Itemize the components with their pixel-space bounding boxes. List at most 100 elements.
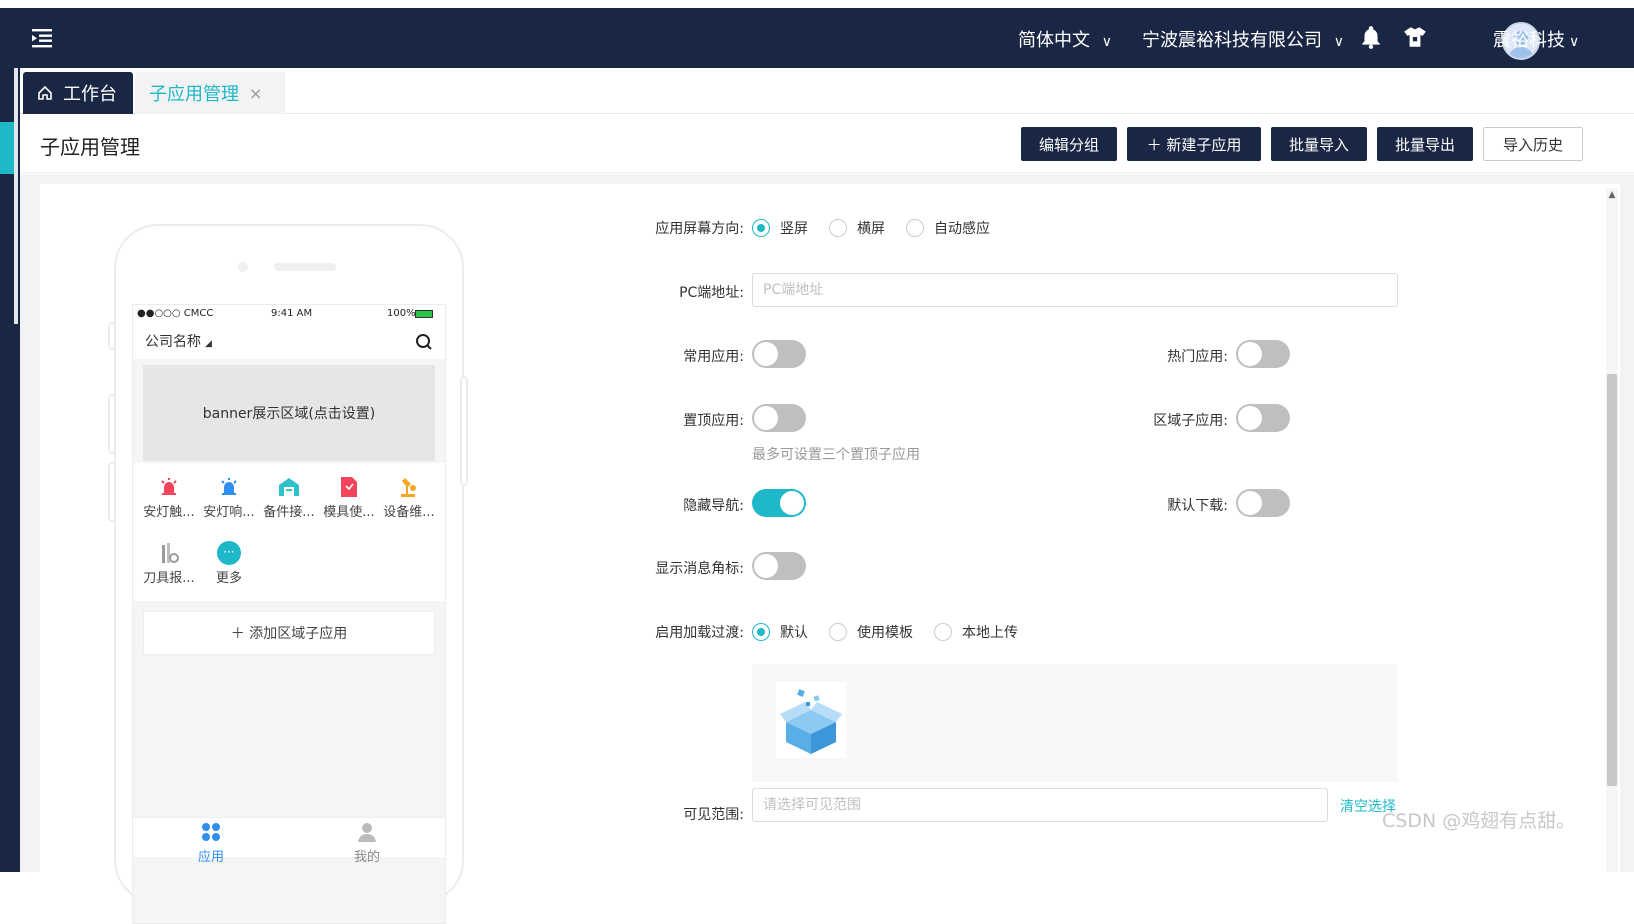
- user-icon: [358, 823, 376, 842]
- nav-mine[interactable]: 我的: [337, 822, 397, 865]
- pc-url-input[interactable]: [752, 273, 1398, 307]
- company-select[interactable]: 宁波震裕科技有限公司 ∨: [1142, 26, 1344, 52]
- region-app-toggle[interactable]: [1236, 404, 1290, 432]
- app-item[interactable]: 安灯触...: [139, 463, 199, 520]
- document-icon: [337, 475, 361, 499]
- search-icon[interactable]: [415, 333, 433, 351]
- app-item[interactable]: 备件接...: [259, 463, 319, 520]
- hot-app-label: 热门应用:: [1167, 349, 1228, 365]
- apps-grid-icon: [202, 823, 220, 841]
- hot-app-toggle[interactable]: [1236, 340, 1290, 368]
- phone-camera: [238, 262, 248, 272]
- company-name-label: 公司名称: [145, 334, 201, 350]
- radio-landscape[interactable]: 横屏: [829, 218, 885, 238]
- app-item[interactable]: 刀具报...: [139, 529, 199, 586]
- nav-apps[interactable]: 应用: [181, 822, 241, 865]
- radio-label: 默认: [780, 625, 808, 641]
- tool-icon: [157, 541, 181, 565]
- phone-preview: ●●○○○ CMCC 9:41 AM 100% 公司名称 ◢ banner展示区域…: [108, 224, 468, 924]
- banner-area[interactable]: banner展示区域(点击设置): [143, 365, 435, 461]
- default-download-label: 默认下载:: [1167, 498, 1228, 514]
- user-menu[interactable]: 震裕科技 ∨: [1493, 26, 1579, 52]
- hide-nav-label: 隐藏导航:: [683, 498, 744, 514]
- radio-label: 本地上传: [962, 625, 1018, 641]
- warehouse-icon: [277, 475, 301, 499]
- language-select[interactable]: 简体中文 ∨: [1018, 26, 1112, 52]
- batch-export-button[interactable]: 批量导出: [1377, 127, 1473, 161]
- radio-checked-icon: [752, 219, 770, 237]
- tab-bar: 工作台 子应用管理 ×: [20, 68, 1634, 114]
- batch-import-button[interactable]: 批量导入: [1271, 127, 1367, 161]
- visible-scope-input[interactable]: [752, 788, 1328, 822]
- more-icon: ···: [217, 541, 241, 565]
- alarm-red-icon: [157, 475, 181, 499]
- phone-screen: ●●○○○ CMCC 9:41 AM 100% 公司名称 ◢ banner展示区域…: [132, 304, 446, 924]
- app-label: 更多: [215, 571, 242, 586]
- radio-loading-upload[interactable]: 本地上传: [934, 622, 1018, 642]
- tab-label: 工作台: [63, 84, 117, 105]
- menu-collapse-icon[interactable]: [30, 26, 54, 50]
- radio-unchecked-icon: [829, 623, 847, 641]
- app-item[interactable]: 设备维...: [379, 463, 439, 520]
- region-app-label: 区域子应用:: [1153, 413, 1228, 429]
- shirt-icon[interactable]: [1402, 24, 1428, 50]
- watermark: CSDN @鸡翅有点甜。: [1382, 810, 1576, 832]
- import-history-button[interactable]: 导入历史: [1483, 127, 1583, 161]
- add-region-button[interactable]: ＋ 添加区域子应用: [143, 611, 435, 655]
- app-label: 刀具报...: [143, 571, 195, 586]
- sidebar-divider: [14, 68, 18, 324]
- scrollbar[interactable]: ▲: [1606, 188, 1618, 872]
- nav-label: 我的: [353, 850, 380, 865]
- page-title: 子应用管理: [40, 135, 140, 159]
- app-label: 安灯触...: [143, 505, 195, 520]
- phone-speaker: [274, 263, 336, 271]
- radio-auto[interactable]: 自动感应: [906, 218, 990, 238]
- chevron-down-icon: ∨: [1101, 34, 1112, 50]
- app-label: 备件接...: [263, 505, 315, 520]
- close-icon[interactable]: ×: [249, 84, 262, 103]
- open-box-icon: [780, 689, 842, 754]
- loading-preview-image[interactable]: [776, 682, 846, 758]
- carrier-label: ●●○○○ CMCC: [137, 308, 214, 319]
- chevron-down-icon: ∨: [1569, 34, 1580, 50]
- radio-loading-default[interactable]: 默认: [752, 622, 808, 642]
- top-header: 简体中文 ∨ 宁波震裕科技有限公司 ∨ 震裕科技 ∨: [0, 8, 1634, 68]
- badge-toggle[interactable]: [752, 552, 806, 580]
- alarm-blue-icon: [217, 475, 241, 499]
- radio-loading-template[interactable]: 使用模板: [829, 622, 913, 642]
- default-download-toggle[interactable]: [1236, 489, 1290, 517]
- battery-icon: [415, 310, 433, 318]
- content-area: ●●○○○ CMCC 9:41 AM 100% 公司名称 ◢ banner展示区域…: [20, 174, 1634, 924]
- top-strip: [0, 0, 1634, 8]
- app-label: 设备维...: [383, 505, 435, 520]
- hide-nav-toggle[interactable]: [752, 489, 806, 517]
- radio-unchecked-icon: [829, 219, 847, 237]
- radio-label: 使用模板: [857, 625, 913, 641]
- phone-button: [108, 462, 116, 522]
- user-name: 震裕科技: [1493, 30, 1565, 51]
- edit-group-button[interactable]: 编辑分组: [1021, 127, 1117, 161]
- company-name[interactable]: 公司名称 ◢: [145, 331, 212, 351]
- pin-top-toggle[interactable]: [752, 404, 806, 432]
- pin-top-label: 置顶应用:: [683, 413, 744, 429]
- radio-portrait[interactable]: 竖屏: [752, 218, 808, 238]
- phone-button: [108, 394, 116, 454]
- new-subapp-button[interactable]: ＋ 新建子应用: [1127, 127, 1261, 161]
- radio-checked-icon: [752, 623, 770, 641]
- chevron-down-icon: ∨: [1333, 34, 1344, 50]
- app-item[interactable]: 模具使...: [319, 463, 379, 520]
- tab-subapp-management[interactable]: 子应用管理 ×: [135, 72, 285, 114]
- app-item[interactable]: 安灯响...: [199, 463, 259, 520]
- company-label: 宁波震裕科技有限公司: [1142, 30, 1322, 51]
- badge-label: 显示消息角标:: [655, 561, 744, 577]
- caret-icon: ◢: [205, 339, 212, 349]
- scroll-up-icon[interactable]: ▲: [1606, 188, 1618, 202]
- bell-icon[interactable]: [1358, 24, 1384, 50]
- loading-label: 启用加载过渡:: [655, 625, 744, 641]
- app-label: 模具使...: [323, 505, 375, 520]
- loading-preview-box: [752, 664, 1398, 782]
- common-app-toggle[interactable]: [752, 340, 806, 368]
- tab-workbench[interactable]: 工作台: [23, 72, 133, 114]
- scrollbar-thumb[interactable]: [1607, 374, 1617, 786]
- app-item[interactable]: ··· 更多: [199, 529, 259, 586]
